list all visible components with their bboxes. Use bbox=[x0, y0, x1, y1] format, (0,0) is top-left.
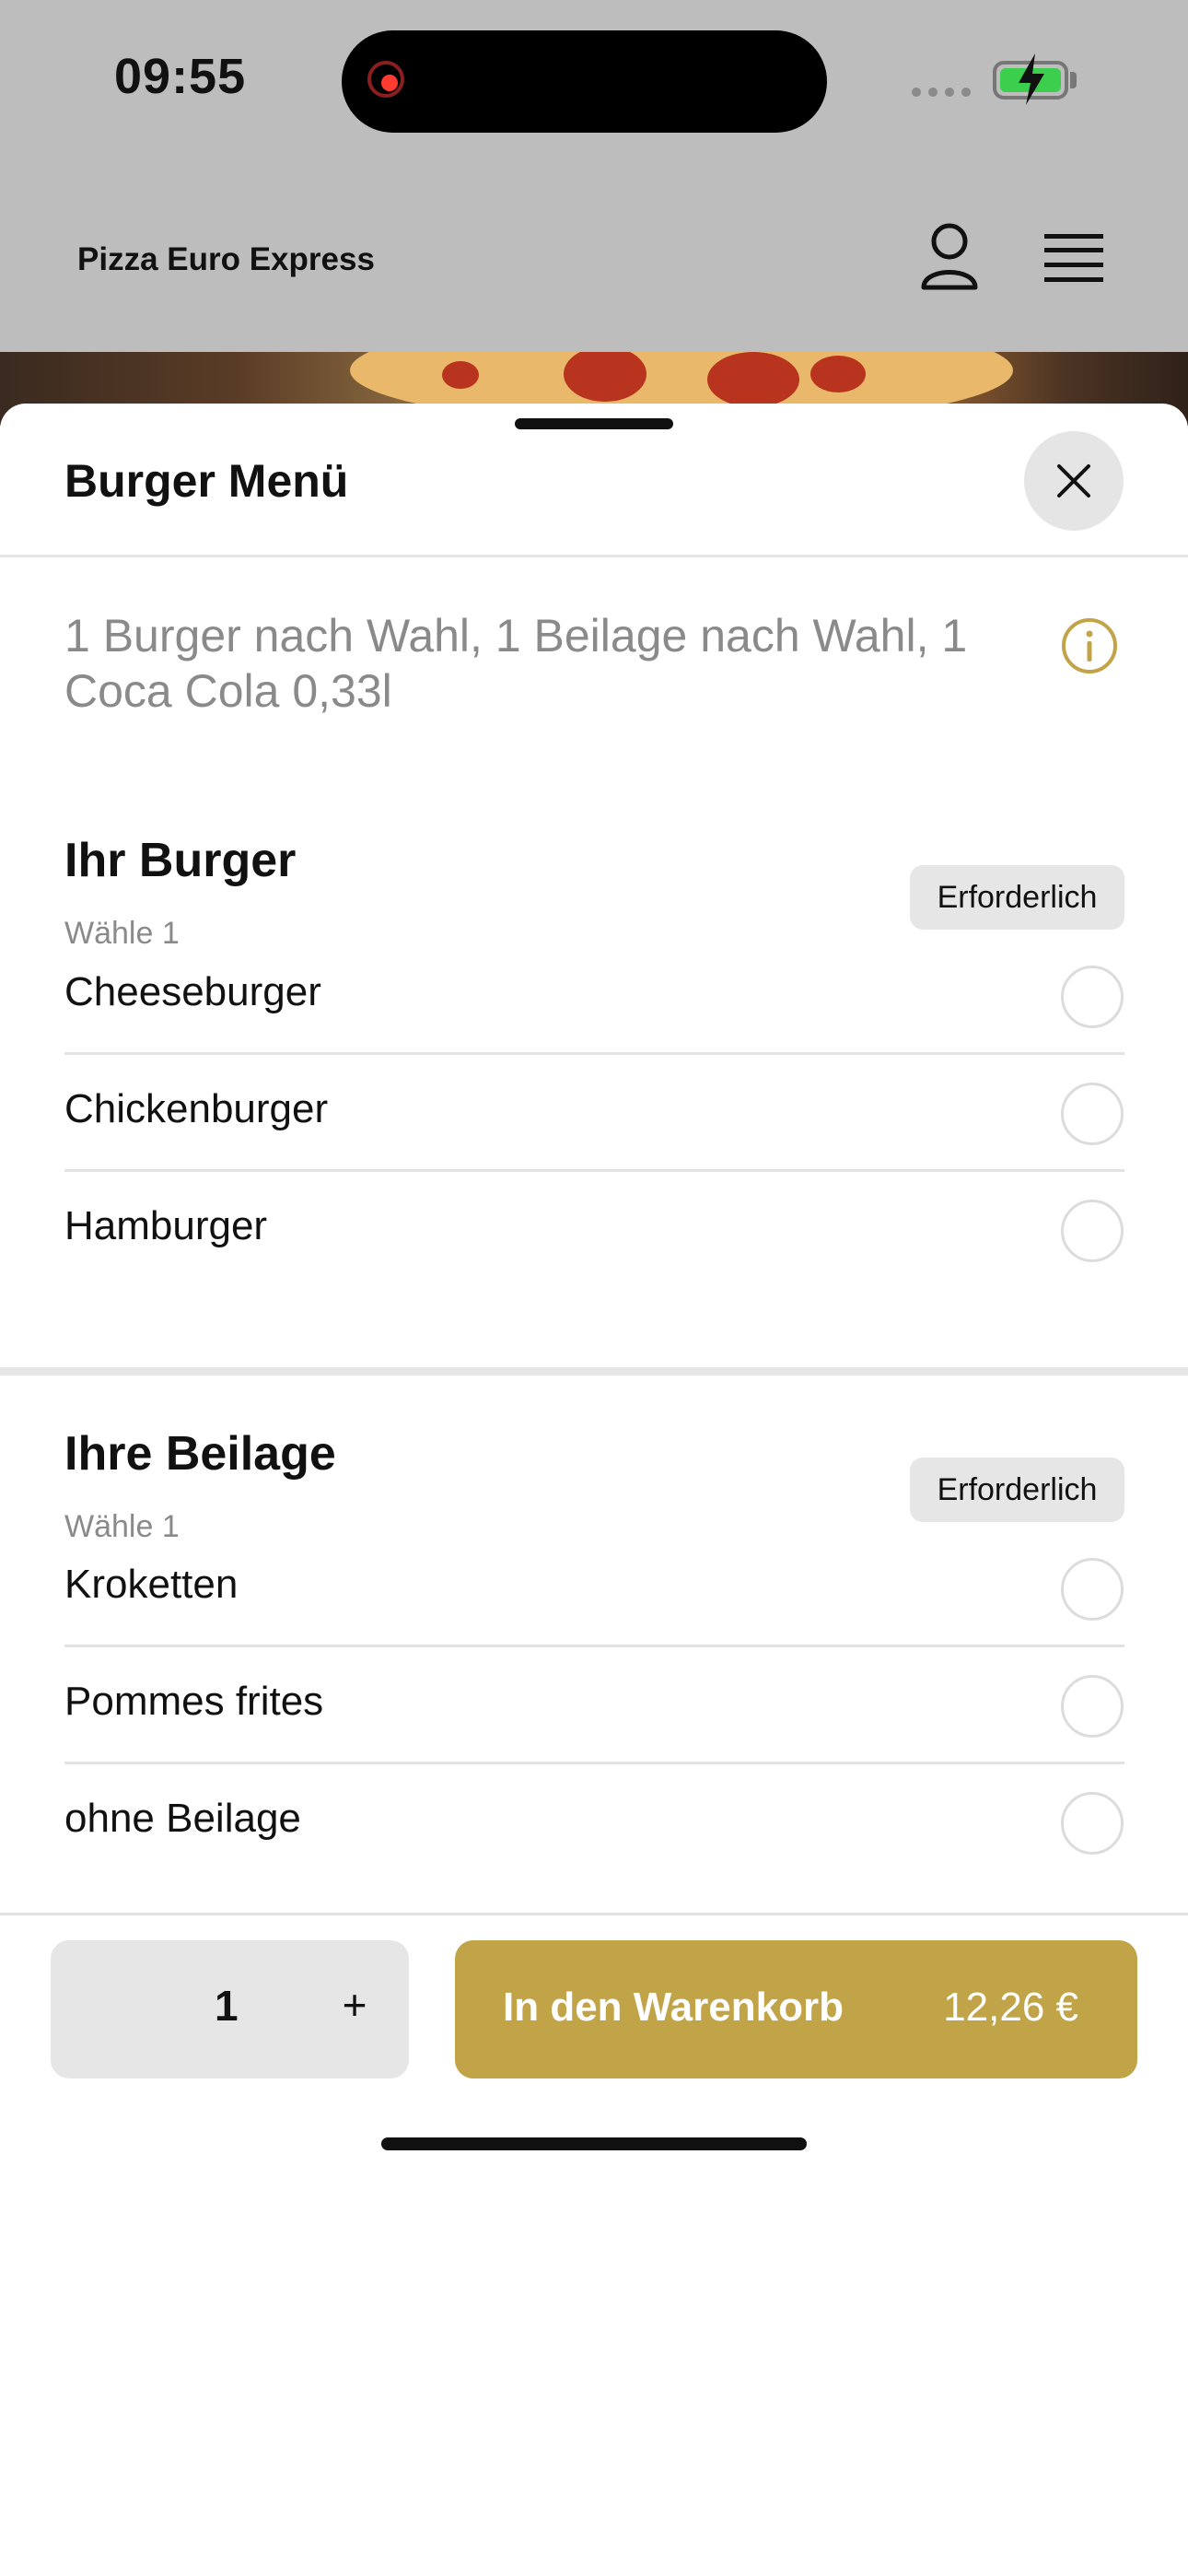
option-label: Hamburger bbox=[64, 1203, 268, 1248]
app-title: Pizza Euro Express bbox=[77, 241, 375, 277]
screen-recording-icon bbox=[367, 61, 404, 98]
user-icon[interactable] bbox=[919, 221, 980, 293]
quantity-value: 1 bbox=[215, 1982, 239, 2030]
option-label: Chickenburger bbox=[64, 1086, 329, 1131]
option-ohne-beilage[interactable]: ohne Beilage bbox=[64, 1764, 1124, 1881]
section-divider bbox=[0, 1367, 1188, 1376]
radio-button[interactable] bbox=[1061, 1083, 1124, 1145]
cellular-signal-icon bbox=[912, 88, 971, 97]
sheet-title: Burger Menü bbox=[64, 455, 349, 507]
option-label: ohne Beilage bbox=[64, 1796, 301, 1841]
radio-button[interactable] bbox=[1061, 1792, 1124, 1855]
charging-bolt-icon bbox=[1019, 53, 1044, 105]
footer-divider bbox=[0, 1913, 1188, 1915]
option-label: Kroketten bbox=[64, 1562, 239, 1607]
add-to-cart-label: In den Warenkorb bbox=[503, 1985, 844, 2030]
info-icon[interactable] bbox=[1061, 617, 1118, 674]
option-label: Cheeseburger bbox=[64, 969, 321, 1014]
hamburger-menu-icon[interactable] bbox=[1044, 232, 1103, 284]
option-label: Pommes frites bbox=[64, 1679, 324, 1724]
header-divider bbox=[0, 555, 1188, 557]
section-title-side: Ihre Beilage bbox=[64, 1427, 336, 1481]
option-pommes-frites[interactable]: Pommes frites bbox=[64, 1647, 1124, 1764]
required-badge: Erforderlich bbox=[910, 1458, 1124, 1522]
radio-button[interactable] bbox=[1061, 966, 1124, 1028]
dynamic-island bbox=[342, 30, 827, 133]
radio-button[interactable] bbox=[1061, 1675, 1124, 1738]
required-badge: Erforderlich bbox=[910, 865, 1124, 930]
option-hamburger[interactable]: Hamburger bbox=[64, 1172, 1124, 1289]
radio-button[interactable] bbox=[1061, 1200, 1124, 1262]
increment-button[interactable]: + bbox=[327, 1977, 382, 2032]
sheet-grabber[interactable] bbox=[515, 418, 673, 429]
close-icon bbox=[1057, 464, 1090, 498]
quantity-stepper: 1 + bbox=[51, 1940, 409, 2078]
product-sheet: Burger Menü 1 Burger nach Wahl, 1 Beilag… bbox=[0, 404, 1188, 2576]
home-indicator[interactable] bbox=[381, 2137, 807, 2150]
product-description: 1 Burger nach Wahl, 1 Beilage nach Wahl,… bbox=[64, 610, 968, 717]
close-button[interactable] bbox=[1024, 431, 1124, 531]
add-to-cart-button[interactable]: In den Warenkorb 12,26 € bbox=[455, 1940, 1137, 2078]
price-label: 12,26 € bbox=[943, 1985, 1078, 2030]
status-time: 09:55 bbox=[114, 49, 247, 104]
radio-button[interactable] bbox=[1061, 1558, 1124, 1621]
section-title-burger: Ihr Burger bbox=[64, 834, 297, 887]
option-cheeseburger[interactable]: Cheeseburger bbox=[64, 938, 1124, 1055]
option-chickenburger[interactable]: Chickenburger bbox=[64, 1055, 1124, 1172]
option-kroketten[interactable]: Kroketten bbox=[64, 1530, 1124, 1647]
